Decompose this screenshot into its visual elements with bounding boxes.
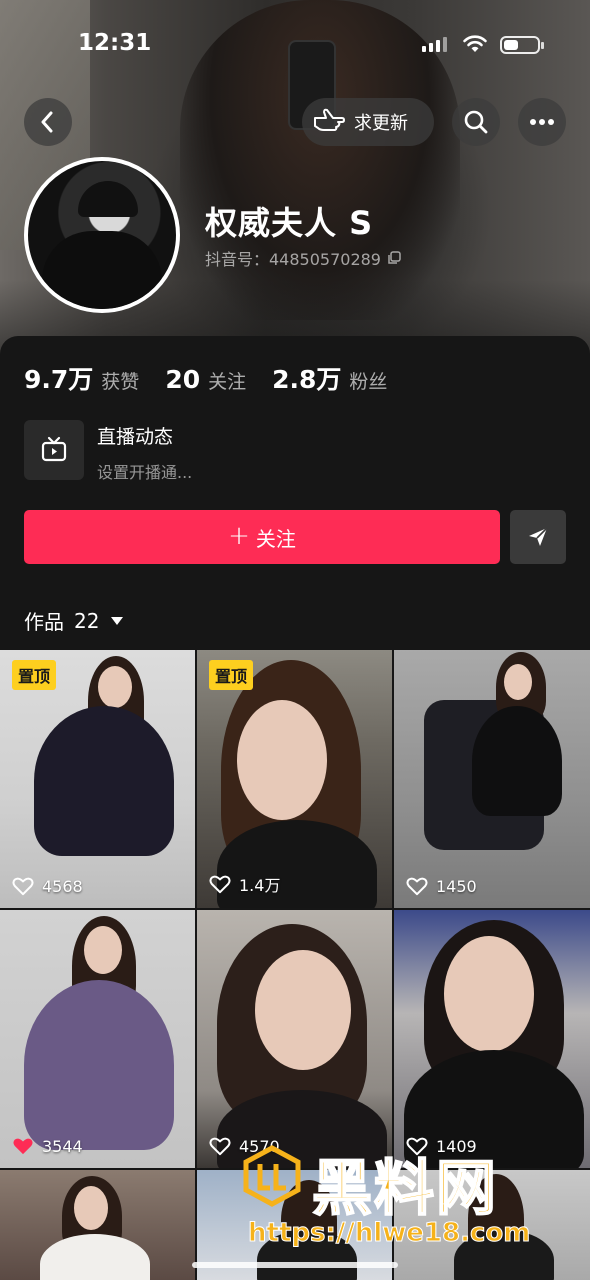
- search-icon: [464, 110, 488, 134]
- douyin-id[interactable]: 抖音号：44850570289: [205, 246, 401, 270]
- live-subtitle: 设置开播通...: [97, 463, 193, 482]
- live-icon-box: [24, 420, 84, 480]
- stat-likes[interactable]: 9.7万 获赞: [24, 360, 139, 396]
- plus-icon: +: [228, 521, 250, 551]
- cellular-signal-icon: [422, 36, 447, 52]
- figure-body: [40, 1234, 150, 1280]
- search-button[interactable]: [452, 98, 500, 146]
- stat-followers[interactable]: 2.8万 粉丝: [272, 360, 387, 396]
- figure-body: [472, 706, 562, 816]
- like-count-text: 1.4万: [239, 876, 281, 895]
- video-tile[interactable]: 1450: [394, 650, 590, 908]
- stat-label: 获赞: [101, 371, 140, 393]
- figure-face: [444, 936, 534, 1052]
- figure-face: [98, 666, 132, 708]
- live-activity-card[interactable]: 直播动态 设置开播通...: [24, 420, 584, 482]
- heart-outline-icon: [406, 877, 428, 896]
- like-count: 3544: [12, 1136, 83, 1156]
- follow-button[interactable]: + 关注: [24, 510, 500, 564]
- figure-body: [34, 706, 174, 856]
- stat-value: 2.8万: [272, 365, 342, 394]
- watermark-url: https://hlwe18.com: [247, 1218, 531, 1249]
- home-indicator[interactable]: [192, 1262, 398, 1268]
- watermark-logo-icon: [243, 1145, 301, 1207]
- works-count: 22: [74, 608, 100, 633]
- figure-body: [24, 980, 174, 1150]
- video-tile[interactable]: [0, 1170, 195, 1280]
- douyin-id-text: 抖音号：44850570289: [205, 250, 381, 269]
- video-tile[interactable]: 4570: [197, 910, 392, 1168]
- like-count-text: 4568: [42, 876, 83, 896]
- follow-label: 关注: [255, 526, 296, 551]
- figure-face: [504, 664, 532, 700]
- figure-face: [255, 950, 351, 1070]
- avatar-coat: [42, 231, 162, 309]
- stat-label: 粉丝: [349, 371, 388, 393]
- chevron-left-icon: [41, 111, 53, 133]
- video-tile[interactable]: 置顶 1.4万: [197, 650, 392, 908]
- stats-row: 9.7万 获赞 20 关注 2.8万 粉丝: [24, 360, 413, 396]
- figure-face: [84, 926, 122, 974]
- figure-face: [74, 1186, 108, 1230]
- status-bar: 12:31: [0, 28, 590, 62]
- more-dots-icon: [530, 119, 554, 125]
- like-count-text: 3544: [42, 1136, 83, 1156]
- live-title: 直播动态: [97, 426, 174, 448]
- stat-value: 9.7万: [24, 365, 94, 394]
- request-update-label: 求更新: [354, 113, 408, 134]
- pin-badge: 置顶: [209, 660, 254, 690]
- watermark: 黑料网 https://hlwe18.com: [240, 1140, 580, 1260]
- more-button[interactable]: [518, 98, 566, 146]
- pointing-hand-icon: [314, 108, 345, 131]
- caret-down-icon: [111, 616, 124, 625]
- tv-icon: [41, 436, 67, 462]
- paper-plane-icon: [529, 527, 548, 546]
- like-count: 4568: [12, 876, 83, 896]
- like-count: 1.4万: [209, 872, 280, 896]
- video-tile[interactable]: 1409: [394, 910, 590, 1168]
- copy-icon: [388, 251, 401, 264]
- stat-following[interactable]: 20 关注: [165, 365, 246, 394]
- battery-icon: [500, 36, 544, 54]
- heart-outline-icon: [12, 877, 34, 896]
- stat-label: 关注: [208, 371, 247, 393]
- heart-outline-icon: [209, 875, 231, 894]
- send-button[interactable]: [510, 510, 566, 564]
- watermark-title: 黑料网: [311, 1153, 498, 1225]
- pin-badge: 置顶: [12, 660, 57, 690]
- request-update-button[interactable]: 求更新: [302, 98, 434, 146]
- nickname: 权威夫人 S: [205, 204, 374, 242]
- back-button[interactable]: [24, 98, 72, 146]
- like-count-text: 1450: [436, 876, 477, 896]
- heart-outline-icon: [209, 1137, 231, 1156]
- video-tile[interactable]: 置顶 4568: [0, 650, 195, 908]
- works-label: 作品: [24, 610, 64, 634]
- works-tab[interactable]: 作品 22: [24, 606, 124, 635]
- stat-value: 20: [165, 365, 201, 394]
- figure-face: [237, 700, 327, 820]
- video-tile[interactable]: 3544: [0, 910, 195, 1168]
- heart-filled-icon: [13, 1138, 33, 1155]
- wifi-icon: [463, 35, 487, 52]
- like-count: 1450: [406, 876, 477, 896]
- avatar-cap: [78, 181, 138, 217]
- avatar[interactable]: [24, 157, 180, 313]
- status-time: 12:31: [78, 30, 152, 56]
